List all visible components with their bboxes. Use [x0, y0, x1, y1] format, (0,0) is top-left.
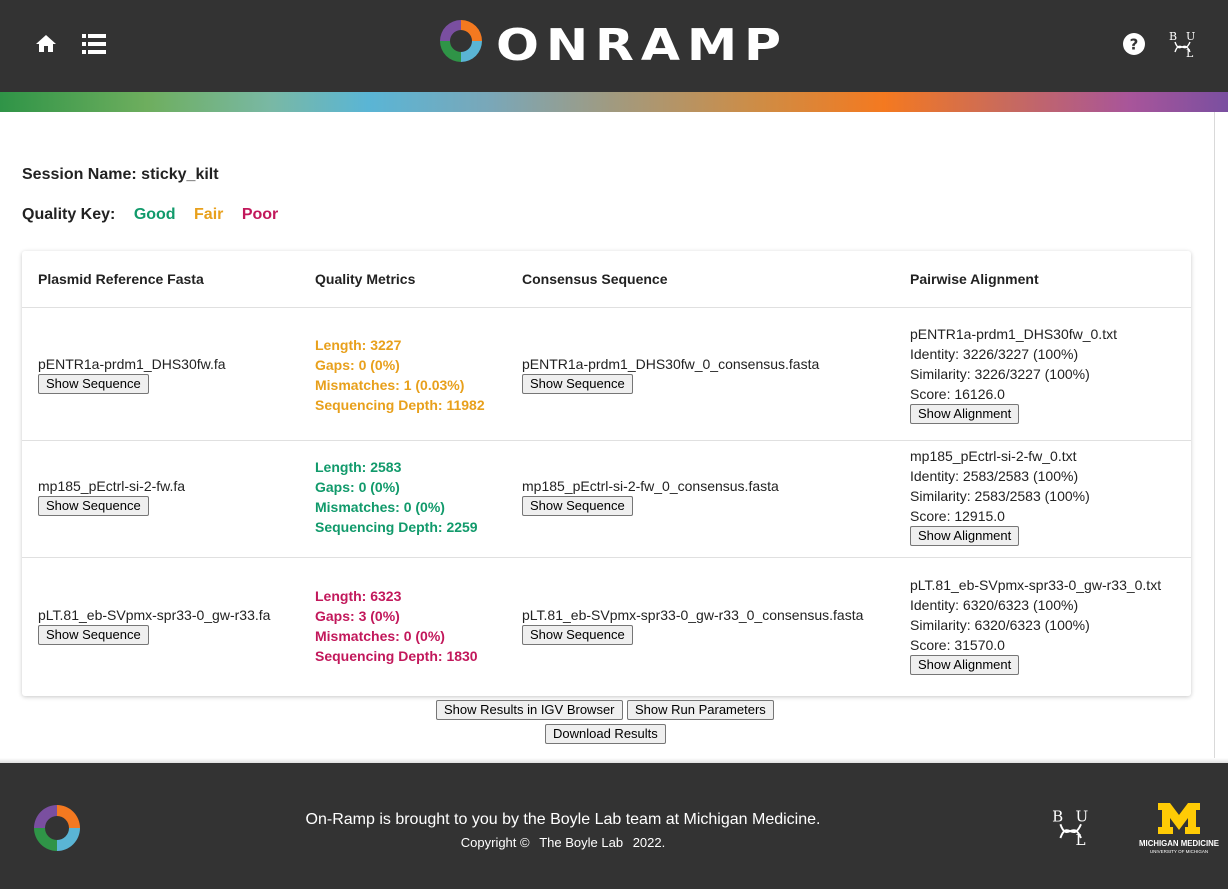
- metric-depth: Sequencing Depth: 11982: [315, 397, 485, 413]
- scrollbar-track[interactable]: [1214, 112, 1215, 762]
- metric-gaps: Gaps: 3 (0%): [315, 608, 400, 624]
- quality-fair: Fair: [194, 206, 224, 223]
- footer: On-Ramp is brought to you by the Boyle L…: [0, 763, 1228, 889]
- header-metrics: Quality Metrics: [315, 271, 416, 287]
- show-consensus-button[interactable]: Show Sequence: [522, 496, 633, 516]
- table-row-2-alignment: mp185_pEctrl-si-2-fw_0.txt Identity: 258…: [910, 446, 1090, 546]
- row-divider: [22, 440, 1191, 441]
- quality-key-label: Quality Key:: [22, 206, 116, 223]
- svg-text:L: L: [1076, 831, 1086, 849]
- metric-length: Length: 3227: [315, 337, 402, 353]
- alignment-similarity: Similarity: 2583/2583 (100%): [910, 488, 1090, 504]
- logo-wordmark: ONRAMP: [496, 20, 788, 64]
- show-sequence-button[interactable]: Show Sequence: [38, 625, 149, 645]
- onramp-logo[interactable]: ONRAMP: [438, 18, 790, 64]
- boyle-lab-logo[interactable]: B U L: [1166, 28, 1198, 60]
- alignment-similarity: Similarity: 6320/6323 (100%): [910, 617, 1090, 633]
- header-alignment: Pairwise Alignment: [910, 271, 1039, 287]
- metric-mismatches: Mismatches: 0 (0%): [315, 499, 445, 515]
- header-reference: Plasmid Reference Fasta: [38, 271, 204, 287]
- help-icon[interactable]: ?: [1122, 32, 1146, 56]
- show-run-parameters-button[interactable]: Show Run Parameters: [627, 700, 774, 720]
- table-row-3-alignment: pLT.81_eb-SVpmx-spr33-0_gw-r33_0.txt Ide…: [910, 575, 1161, 675]
- show-alignment-button[interactable]: Show Alignment: [910, 655, 1020, 675]
- show-alignment-button[interactable]: Show Alignment: [910, 404, 1020, 424]
- alignment-identity: Identity: 2583/2583 (100%): [910, 468, 1079, 484]
- footer-copyright: Copyright © The Boyle Lab 2022.: [0, 835, 1126, 850]
- row-divider: [22, 557, 1191, 558]
- quality-good: Good: [133, 206, 176, 223]
- table-row-2-consensus: mp185_pEctrl-si-2-fw_0_consensus.fasta S…: [522, 476, 779, 516]
- show-consensus-button[interactable]: Show Sequence: [522, 374, 633, 394]
- boyle-lab-link[interactable]: The Boyle Lab: [539, 835, 623, 850]
- session-name: Session Name: sticky_kilt: [22, 166, 219, 184]
- consensus-filename: mp185_pEctrl-si-2-fw_0_consensus.fasta: [522, 478, 779, 494]
- alignment-score: Score: 31570.0: [910, 637, 1005, 653]
- top-navbar: ONRAMP ? B U L: [0, 0, 1228, 92]
- alignment-score: Score: 16126.0: [910, 386, 1005, 402]
- metric-depth: Sequencing Depth: 1830: [315, 648, 478, 664]
- metric-length: Length: 2583: [315, 459, 402, 475]
- svg-text:U: U: [1076, 808, 1089, 826]
- svg-text:UNIVERSITY OF MICHIGAN: UNIVERSITY OF MICHIGAN: [1150, 849, 1208, 854]
- metric-mismatches: Mismatches: 0 (0%): [315, 628, 445, 644]
- svg-text:?: ?: [1130, 36, 1139, 54]
- alignment-filename: mp185_pEctrl-si-2-fw_0.txt: [910, 448, 1077, 464]
- table-row-1-metrics: Length: 3227 Gaps: 0 (0%) Mismatches: 1 …: [315, 335, 485, 415]
- session-value: sticky_kilt: [141, 166, 219, 183]
- svg-text:U: U: [1186, 30, 1195, 43]
- table-row-1-reference: pENTR1a-prdm1_DHS30fw.fa Show Sequence: [38, 354, 226, 394]
- consensus-filename: pENTR1a-prdm1_DHS30fw_0_consensus.fasta: [522, 356, 820, 372]
- alignment-identity: Identity: 6320/6323 (100%): [910, 597, 1079, 613]
- michigan-medicine-logo[interactable]: MICHIGAN MEDICINE UNIVERSITY OF MICHIGAN: [1136, 801, 1222, 857]
- color-gradient-bar: [0, 92, 1228, 112]
- download-results-button[interactable]: Download Results: [545, 724, 666, 744]
- reference-filename: mp185_pEctrl-si-2-fw.fa: [38, 478, 186, 494]
- svg-text:L: L: [1186, 47, 1194, 60]
- boyle-lab-footer-logo[interactable]: B U L: [1048, 805, 1092, 849]
- svg-text:B: B: [1052, 808, 1063, 826]
- table-row-3-metrics: Length: 6323 Gaps: 3 (0%) Mismatches: 0 …: [315, 586, 478, 666]
- copyright-year: 2022.: [632, 835, 666, 850]
- table-row-1-alignment: pENTR1a-prdm1_DHS30fw_0.txt Identity: 32…: [910, 324, 1117, 424]
- show-sequence-button[interactable]: Show Sequence: [38, 374, 149, 394]
- reference-filename: pENTR1a-prdm1_DHS30fw.fa: [38, 356, 226, 372]
- alignment-filename: pLT.81_eb-SVpmx-spr33-0_gw-r33_0.txt: [910, 577, 1162, 593]
- table-row-3-consensus: pLT.81_eb-SVpmx-spr33-0_gw-r33_0_consens…: [522, 605, 863, 645]
- reference-filename: pLT.81_eb-SVpmx-spr33-0_gw-r33.fa: [38, 607, 271, 623]
- table-row-1-consensus: pENTR1a-prdm1_DHS30fw_0_consensus.fasta …: [522, 354, 819, 394]
- alignment-score: Score: 12915.0: [910, 508, 1005, 524]
- footer-tagline: On-Ramp is brought to you by the Boyle L…: [305, 811, 821, 828]
- alignment-similarity: Similarity: 3226/3227 (100%): [910, 366, 1090, 382]
- alignment-filename: pENTR1a-prdm1_DHS30fw_0.txt: [910, 326, 1117, 342]
- list-icon[interactable]: [82, 33, 106, 55]
- show-consensus-button[interactable]: Show Sequence: [522, 625, 633, 645]
- quality-poor: Poor: [241, 206, 279, 223]
- metric-gaps: Gaps: 0 (0%): [315, 479, 400, 495]
- show-igv-button[interactable]: Show Results in IGV Browser: [436, 700, 623, 720]
- consensus-filename: pLT.81_eb-SVpmx-spr33-0_gw-r33_0_consens…: [522, 607, 864, 623]
- show-alignment-button[interactable]: Show Alignment: [910, 526, 1020, 546]
- copyright-label: Copyright ©: [460, 835, 530, 850]
- quality-key: Quality Key: Good Fair Poor: [22, 206, 278, 224]
- header-consensus: Consensus Sequence: [522, 271, 668, 287]
- metric-gaps: Gaps: 0 (0%): [315, 357, 400, 373]
- metric-length: Length: 6323: [315, 588, 402, 604]
- svg-text:B: B: [1169, 30, 1177, 43]
- results-table: Plasmid Reference Fasta Quality Metrics …: [22, 251, 1191, 696]
- table-row-2-reference: mp185_pEctrl-si-2-fw.fa Show Sequence: [38, 476, 185, 516]
- session-label: Session Name:: [22, 166, 137, 183]
- metric-mismatches: Mismatches: 1 (0.03%): [315, 377, 465, 393]
- alignment-identity: Identity: 3226/3227 (100%): [910, 346, 1079, 362]
- home-icon[interactable]: [33, 32, 59, 56]
- row-divider: [22, 307, 1191, 308]
- table-row-3-reference: pLT.81_eb-SVpmx-spr33-0_gw-r33.fa Show S…: [38, 605, 270, 645]
- show-sequence-button[interactable]: Show Sequence: [38, 496, 149, 516]
- metric-depth: Sequencing Depth: 2259: [315, 519, 478, 535]
- table-row-2-metrics: Length: 2583 Gaps: 0 (0%) Mismatches: 0 …: [315, 457, 478, 537]
- svg-text:MICHIGAN MEDICINE: MICHIGAN MEDICINE: [1139, 838, 1219, 848]
